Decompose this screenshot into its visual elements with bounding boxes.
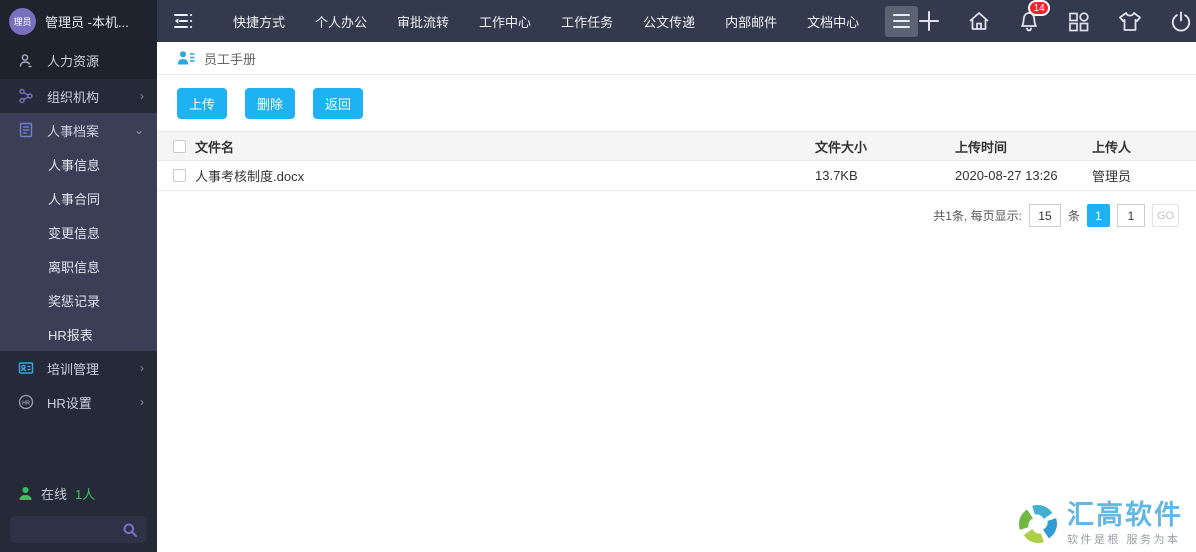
column-header-filesize: 文件大小 [815,131,955,161]
cell-uploader: 管理员 [1092,160,1196,191]
pagination-summary: 共1条, 每页显示: [933,209,1022,223]
sidebar-group-personnel-archive: 人事档案 ⌄ 人事信息 人事合同 变更信息 离职信息 奖惩记录 HR报表 [0,113,157,351]
column-header-upload-time: 上传时间 [955,131,1092,161]
table-row[interactable]: 人事考核制度.docx 13.7KB 2020-08-27 13:26 管理员 [157,160,1196,191]
id-card-icon [18,362,34,374]
watermark-title: 汇高软件 [1067,499,1183,530]
user-list-icon [177,51,195,65]
chevron-down-icon: ⌄ [133,123,144,137]
page-title: 员工手册 [204,51,257,67]
column-header-filename: 文件名 [195,131,815,161]
user-brand-area[interactable]: 理员 管理员 -本机... [0,0,157,42]
go-button[interactable]: GO [1152,204,1179,227]
chevron-right-icon: › [140,361,144,375]
delete-button[interactable]: 删除 [245,88,296,119]
cell-upload-time: 2020-08-27 13:26 [955,160,1092,191]
sidebar-subitem-resignation-info[interactable]: 离职信息 [0,249,157,283]
nav-item-work-center[interactable]: 工作中心 [464,12,546,31]
menu-fold-icon[interactable] [172,12,194,30]
sidebar-search-box[interactable] [10,516,147,543]
column-header-uploader: 上传人 [1092,131,1196,161]
back-button[interactable]: 返回 [313,88,364,119]
svg-text:HR: HR [22,400,30,406]
sidebar-subitem-personnel-info[interactable]: 人事信息 [0,147,157,181]
sidebar-subitem-personnel-contract[interactable]: 人事合同 [0,181,157,215]
cell-filesize: 13.7KB [815,160,955,191]
avatar[interactable]: 理员 [9,7,36,35]
sidebar-item-label: 组织机构 [47,89,100,105]
top-icon-group: 14 [918,0,1196,33]
sidebar-item-organization[interactable]: 组织机构 › [0,79,157,113]
sidebar-subitem-hr-report[interactable]: HR报表 [0,317,157,351]
row-checkbox[interactable] [173,169,186,182]
sidebar: 人力资源 组织机构 › 人事档案 ⌄ 人事信息 人事合同 变更信息 离职信息 奖… [0,42,157,552]
toolbar: 上传 删除 返回 [157,75,1196,131]
sidebar-item-training-management[interactable]: 培训管理 › [0,351,157,385]
nav-item-personal-office[interactable]: 个人办公 [300,12,382,31]
sidebar-item-label: HR设置 [47,395,92,411]
nav-item-document-delivery[interactable]: 公文传递 [628,12,710,31]
theme-skin-icon[interactable] [1117,10,1143,33]
sidebar-search-input[interactable] [19,522,122,537]
apps-grid-icon[interactable] [1067,10,1090,33]
sidebar-item-label: 培训管理 [47,361,100,377]
sidebar-item-label: 人力资源 [47,54,100,69]
online-label: 在线 [41,487,68,502]
sidebar-item-label: 人事档案 [47,123,100,139]
top-bar: 理员 管理员 -本机... 快捷方式 个人办公 审批流转 工作中心 工作任务 公… [0,0,1196,42]
pinwheel-logo-icon [1019,505,1057,543]
add-icon[interactable] [918,10,940,32]
org-chart-icon [19,88,33,104]
sidebar-bottom: 在线 1人 [0,484,157,543]
table-header-row: 文件名 文件大小 上传时间 上传人 [157,131,1196,161]
nav-item-work-tasks[interactable]: 工作任务 [546,12,628,31]
pagination-unit: 条 [1067,209,1080,223]
upload-button[interactable]: 上传 [177,88,228,119]
current-page-button[interactable]: 1 [1087,204,1110,227]
notifications-bell-icon[interactable]: 14 [1018,0,1051,33]
nav-item-internal-mail[interactable]: 内部邮件 [710,12,792,31]
watermark-subtitle: 软件是根 服务为本 [1067,534,1181,547]
online-user-icon [19,487,32,500]
main-content: 员工手册 上传 删除 返回 文件名 文件大小 上传时间 上传人 人事考核制度.d… [157,42,1196,552]
chevron-right-icon: › [140,395,144,409]
power-logout-icon[interactable] [1170,10,1192,33]
sidebar-item-human-resources[interactable]: 人力资源 [0,42,157,79]
person-icon [19,53,32,67]
breadcrumb: 员工手册 [157,42,1196,75]
top-nav: 快捷方式 个人办公 审批流转 工作中心 工作任务 公文传递 内部邮件 文档中心 … [157,0,1196,42]
nav-item-document-center[interactable]: 文档中心 [792,12,874,31]
page-number-input[interactable] [1117,204,1145,227]
sidebar-item-hr-settings[interactable]: HR HR设置 › [0,385,157,419]
more-menus-button[interactable] [885,5,919,37]
page-size-input[interactable] [1028,204,1061,227]
sidebar-item-personnel-archive[interactable]: 人事档案 ⌄ [0,113,157,147]
pagination: 共1条, 每页显示: 条 1 GO [157,191,1196,227]
cell-filename[interactable]: 人事考核制度.docx [195,160,815,191]
hr-circle-icon: HR [18,394,34,410]
notification-badge: 14 [1028,0,1051,16]
user-label: 管理员 -本机... [45,14,129,30]
sidebar-subitem-change-info[interactable]: 变更信息 [0,215,157,249]
file-table: 文件名 文件大小 上传时间 上传人 人事考核制度.docx 13.7KB 202… [157,131,1196,191]
archive-file-icon [19,122,33,138]
vendor-watermark: 汇高软件 软件是根 服务为本 [1014,500,1183,548]
chevron-right-icon: › [140,89,144,103]
online-count: 1人 [75,487,96,502]
nav-item-shortcuts[interactable]: 快捷方式 [218,12,300,31]
home-icon[interactable] [967,10,991,32]
sidebar-subitem-reward-punishment[interactable]: 奖惩记录 [0,283,157,317]
select-all-checkbox[interactable] [173,139,186,153]
nav-item-approval-flow[interactable]: 审批流转 [382,12,464,31]
search-icon[interactable] [122,522,138,538]
online-status: 在线 1人 [10,484,147,516]
